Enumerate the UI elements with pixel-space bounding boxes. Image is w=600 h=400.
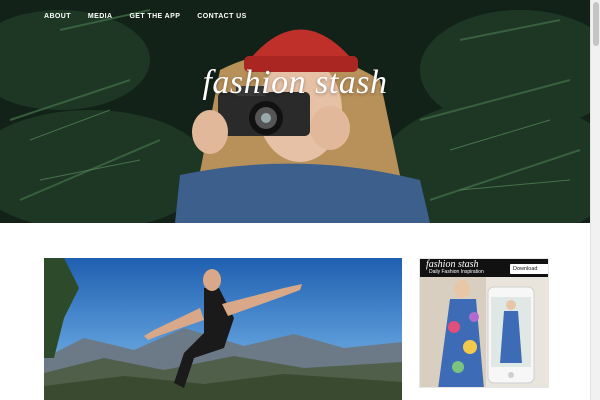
ad-header: fashion stash Daily Fashion Inspiration …: [420, 259, 548, 282]
site-title[interactable]: fashion stash: [0, 64, 590, 102]
ad-photo: [420, 277, 548, 387]
scrollbar-thumb[interactable]: [593, 2, 599, 46]
nav-link-about[interactable]: ABOUT: [44, 13, 71, 20]
ad-tagline: Daily Fashion Inspiration: [429, 269, 484, 275]
nav-link-get-the-app[interactable]: GET THE APP: [129, 13, 180, 20]
vertical-scrollbar[interactable]: [590, 0, 600, 400]
nav-link-contact-us[interactable]: CONTACT US: [197, 13, 246, 20]
download-app-button[interactable]: Download App: [510, 264, 548, 282]
main-navigation: ABOUT MEDIA GET THE APP CONTACT US: [44, 13, 264, 20]
hero-photo: [0, 0, 590, 223]
featured-post-image[interactable]: [44, 258, 402, 400]
app-ad-banner[interactable]: fashion stash Daily Fashion Inspiration …: [419, 258, 549, 388]
ad-image: [420, 277, 548, 387]
yoga-photo: [44, 258, 402, 400]
nav-link-media[interactable]: MEDIA: [88, 13, 113, 20]
hero-banner: ABOUT MEDIA GET THE APP CONTACT US fashi…: [0, 0, 590, 223]
